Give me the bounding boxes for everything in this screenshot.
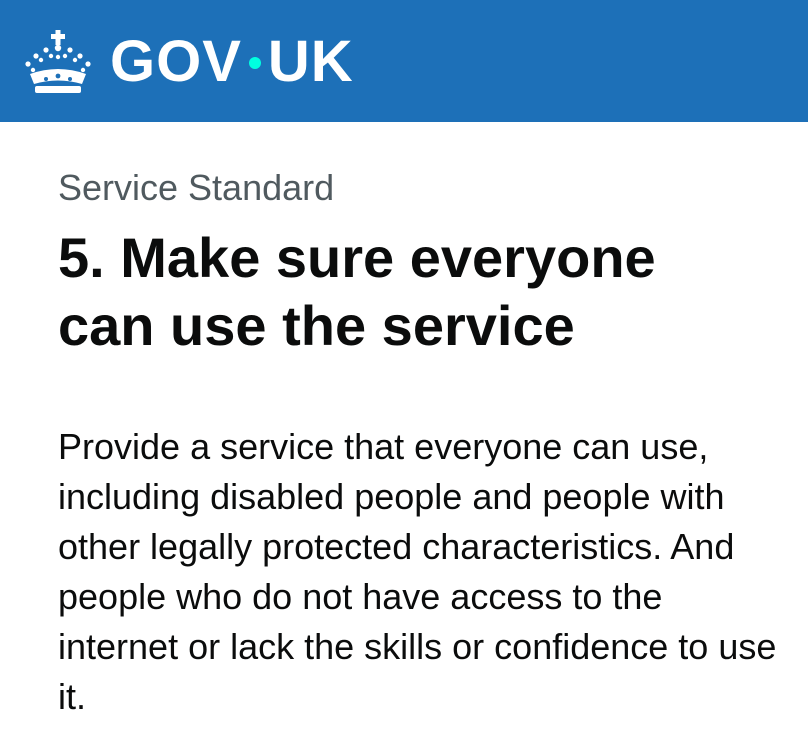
govuk-wordmark: GOV UK [110, 33, 354, 91]
govuk-logo-link[interactable]: GOV UK [24, 24, 354, 100]
site-header: GOV UK [0, 0, 808, 122]
wordmark-uk: UK [267, 29, 354, 94]
wordmark-dot [248, 57, 261, 69]
crown-icon [25, 30, 91, 93]
wordmark-gov: GOV [110, 29, 242, 94]
page-caption: Service Standard [58, 167, 335, 208]
page-lede: Provide a service that everyone can use,… [58, 426, 777, 717]
page-title: 5. Make sure everyone can use the servic… [58, 226, 656, 357]
